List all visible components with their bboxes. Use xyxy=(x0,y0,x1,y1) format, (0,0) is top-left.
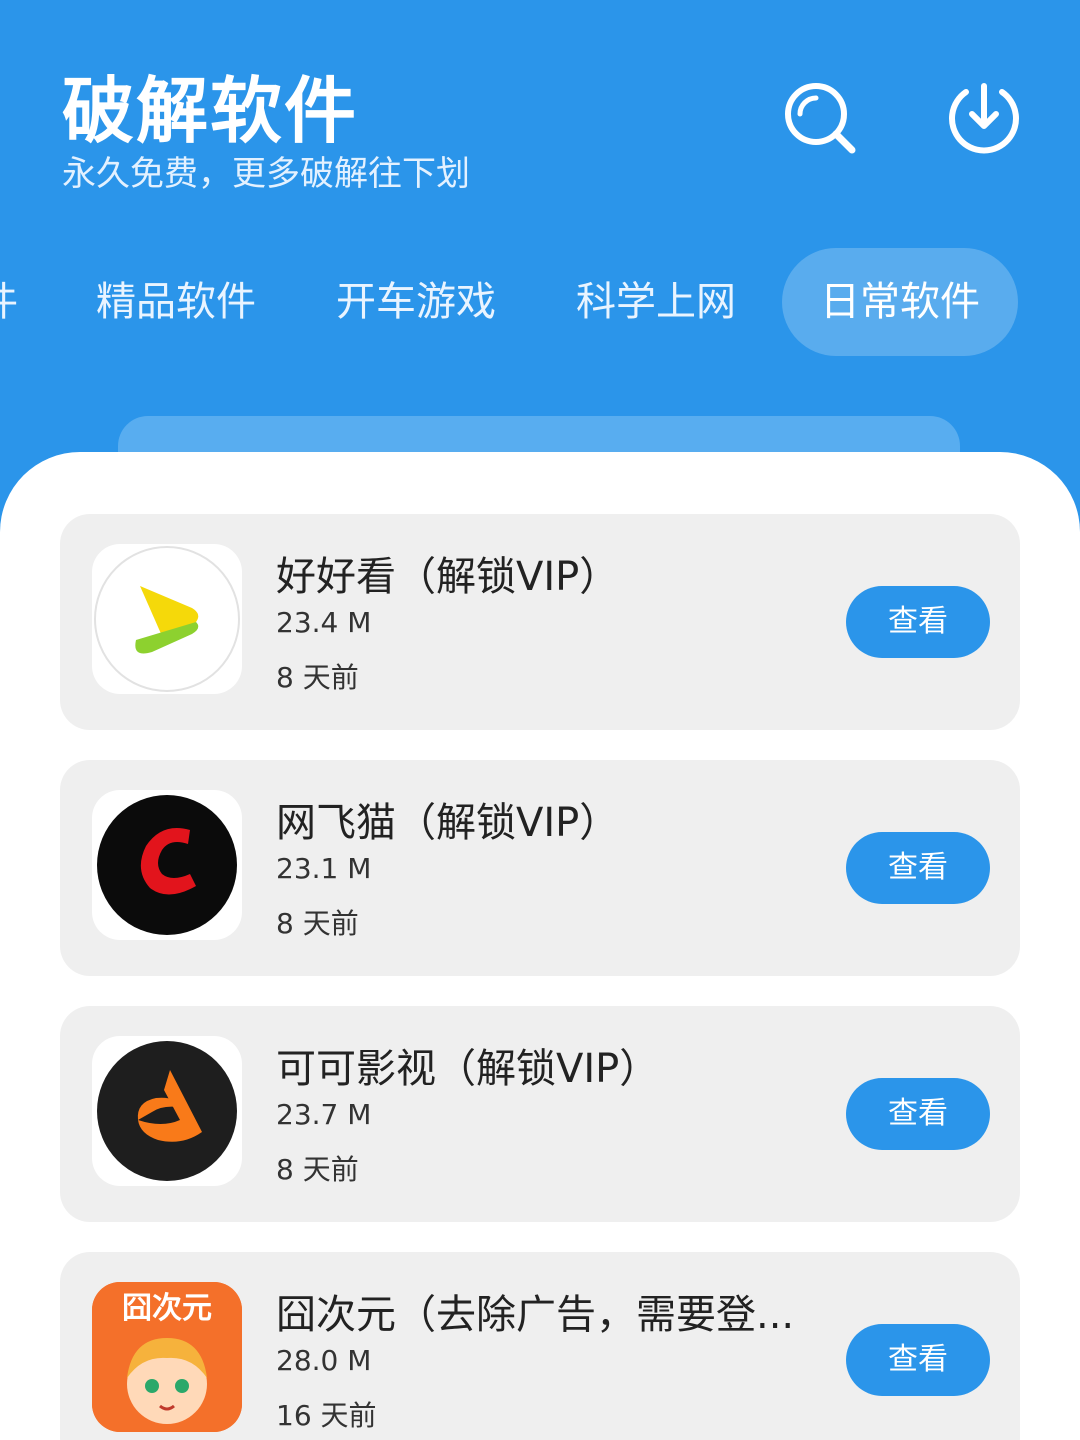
list-item[interactable]: 囧次元 囧次元（去除广告，需要登... 28.0 M 16 天前 查看 xyxy=(60,1252,1020,1440)
tab-premium-software[interactable]: 精品软件 xyxy=(96,248,256,356)
app-updated: 8 天前 xyxy=(276,661,359,694)
search-icon xyxy=(785,83,856,154)
view-button[interactable]: 查看 xyxy=(846,1324,990,1396)
icon-text: 囧次元 xyxy=(122,1291,212,1326)
header: 破解软件 永久免费，更多破解往下划 件 精品软件 开车游戏 科学上网 日常软件 xyxy=(0,0,1080,460)
play-logo-icon xyxy=(92,544,242,694)
page-title: 破解软件 xyxy=(62,69,359,153)
app-name: 好好看（解锁VIP） xyxy=(276,554,620,600)
app-updated: 8 天前 xyxy=(276,907,359,940)
keke-logo-icon xyxy=(92,1036,242,1186)
app-size: 23.7 M xyxy=(276,1098,372,1131)
tab-partial[interactable]: 件 xyxy=(0,248,18,356)
app-name: 囧次元（去除广告，需要登... xyxy=(276,1292,795,1338)
category-tabs: 件 精品软件 开车游戏 科学上网 日常软件 xyxy=(0,248,1080,358)
page-subtitle: 永久免费，更多破解往下划 xyxy=(62,154,470,194)
app-size: 23.1 M xyxy=(276,852,372,885)
netflix-cat-logo-icon xyxy=(92,790,242,940)
list-item[interactable]: 可可影视（解锁VIP） 23.7 M 8 天前 查看 xyxy=(60,1006,1020,1222)
tab-driving-games[interactable]: 开车游戏 xyxy=(336,248,496,356)
app-list-panel: 好好看（解锁VIP） 23.4 M 8 天前 查看 网飞猫（解锁VIP） 23.… xyxy=(0,452,1080,1440)
list-item[interactable]: 好好看（解锁VIP） 23.4 M 8 天前 查看 xyxy=(60,514,1020,730)
list-item[interactable]: 网飞猫（解锁VIP） 23.1 M 8 天前 查看 xyxy=(60,760,1020,976)
download-icon xyxy=(949,83,1019,154)
app-size: 28.0 M xyxy=(276,1344,372,1377)
tab-science-internet[interactable]: 科学上网 xyxy=(576,248,736,356)
search-button[interactable] xyxy=(780,78,860,158)
tab-daily-software[interactable]: 日常软件 xyxy=(782,248,1018,356)
app-size: 23.4 M xyxy=(276,606,372,639)
download-button[interactable] xyxy=(944,78,1024,158)
view-button[interactable]: 查看 xyxy=(846,586,990,658)
view-button[interactable]: 查看 xyxy=(846,832,990,904)
jiongciyuan-logo-icon: 囧次元 xyxy=(92,1282,242,1432)
app-name: 网飞猫（解锁VIP） xyxy=(276,800,620,846)
app-updated: 16 天前 xyxy=(276,1399,377,1432)
app-name: 可可影视（解锁VIP） xyxy=(276,1046,660,1092)
app-updated: 8 天前 xyxy=(276,1153,359,1186)
view-button[interactable]: 查看 xyxy=(846,1078,990,1150)
